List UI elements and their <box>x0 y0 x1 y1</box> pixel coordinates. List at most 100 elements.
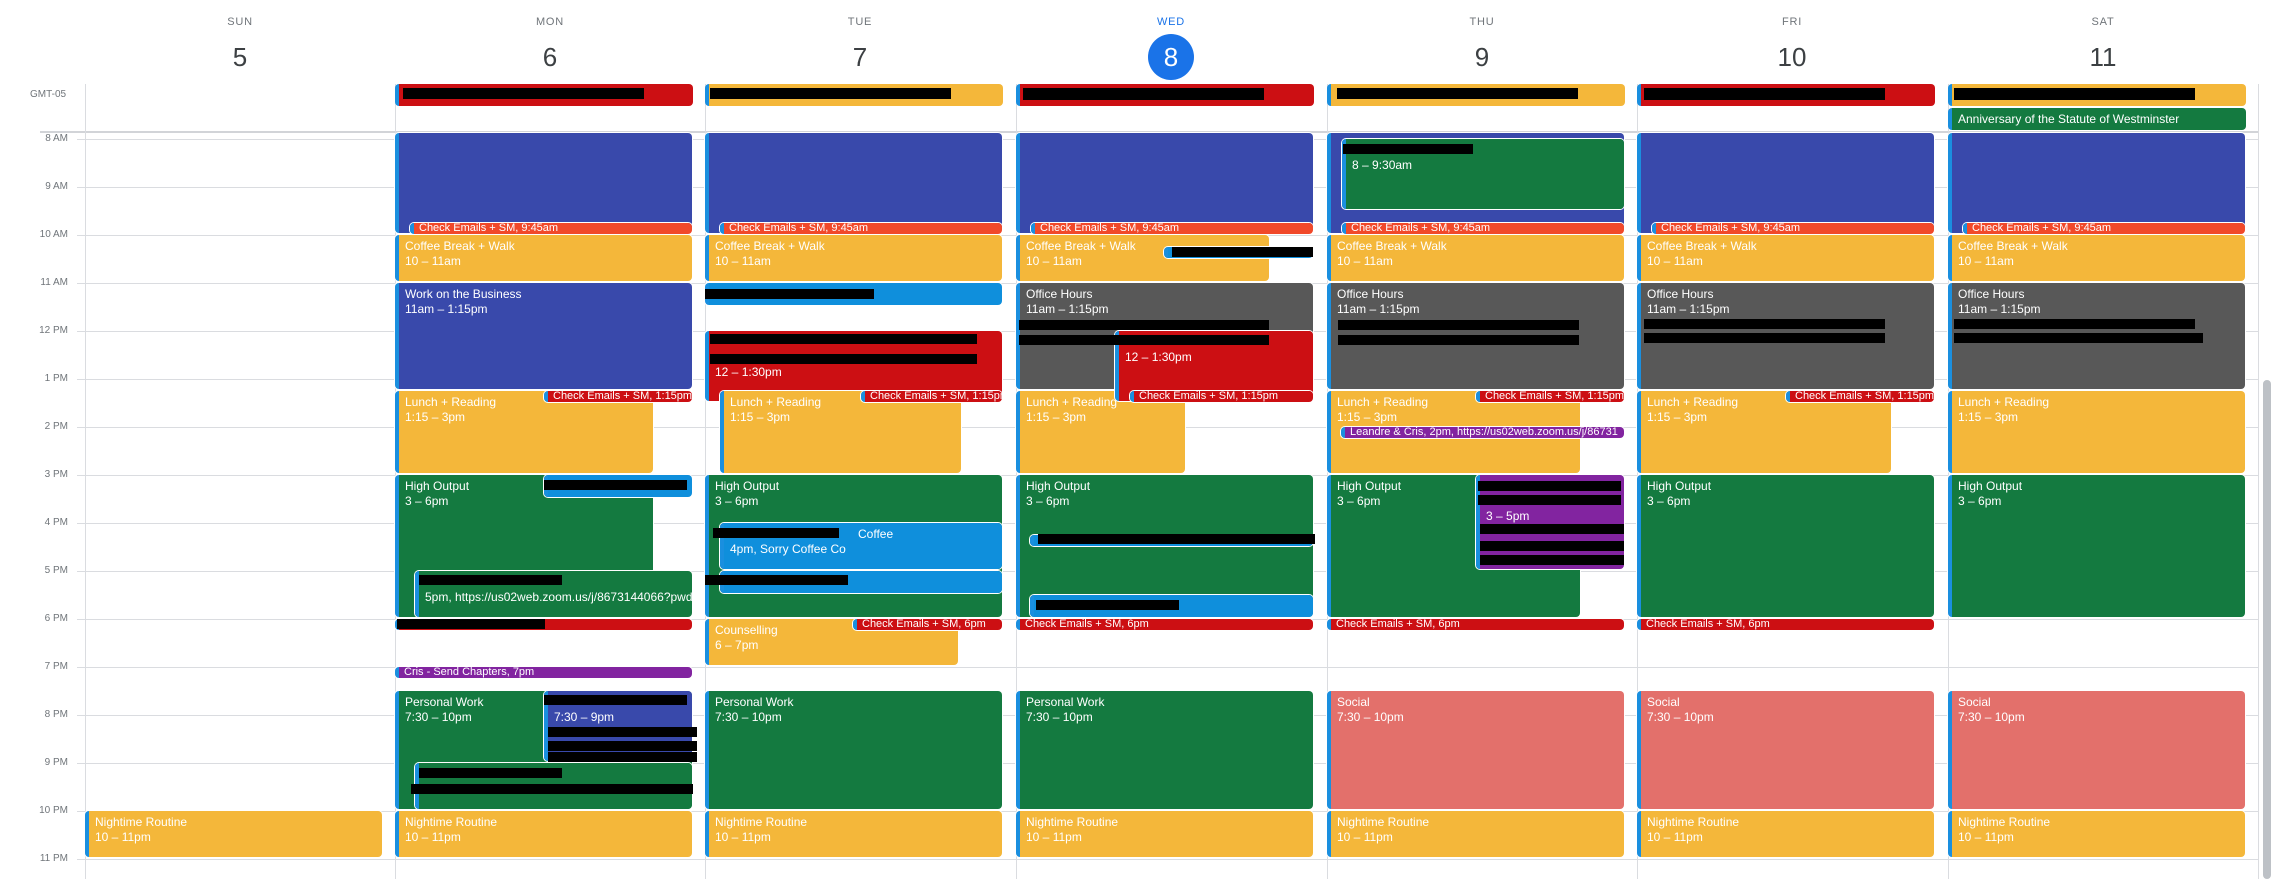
event-block[interactable]: Coffee Break + Walk 10 – 11am <box>1637 235 1934 281</box>
event-block[interactable]: High Output 3 – 6pm <box>1637 475 1934 617</box>
event-chip[interactable]: Check Emails + SM, 9:45am <box>1963 223 2245 234</box>
event-chip[interactable]: Check Emails + SM, 9:45am <box>1342 223 1624 234</box>
event-time: 7:30 – 9pm <box>554 710 615 724</box>
redaction-bar <box>1036 600 1179 610</box>
day-number[interactable]: 7 <box>837 34 883 80</box>
event-chip[interactable]: Check Emails + SM, 6pm <box>853 619 1002 630</box>
day-header-mon[interactable]: MON 6 <box>395 0 705 84</box>
time-label: 9 AM <box>45 181 68 192</box>
redaction-bar <box>403 88 644 99</box>
day-number[interactable]: 10 <box>1769 34 1815 80</box>
event-time: 7:30 – 10pm <box>1026 710 1093 724</box>
event-chip[interactable]: Cris - Send Chapters, 7pm <box>395 667 692 678</box>
event-chip[interactable]: Check Emails + SM, 9:45am <box>720 223 1002 234</box>
event-chip[interactable]: Check Emails + SM, 1:15pm <box>861 391 1002 402</box>
event-chip[interactable]: Check Emails + SM, 9:45am <box>1652 223 1934 234</box>
redaction-bar <box>713 528 839 538</box>
redaction-bar <box>705 575 848 585</box>
time-label: 8 PM <box>44 709 68 720</box>
event-block[interactable]: Coffee Break + Walk 10 – 11am <box>1327 235 1624 281</box>
event-block[interactable]: Work on the Business 11am – 1:15pm <box>395 283 692 389</box>
time-label: 3 PM <box>44 469 68 480</box>
event-chip[interactable]: Check Emails + SM, 1:15pm <box>1130 391 1313 402</box>
day-header-sat[interactable]: SAT 11 <box>1948 0 2258 84</box>
all-day-event-title: Anniversary of the Statute of Westminste… <box>1958 112 2180 126</box>
timezone-label: GMT-05 <box>30 89 67 100</box>
redaction-bar <box>548 741 697 751</box>
event-block[interactable]: Personal Work 7:30 – 10pm <box>705 691 1002 809</box>
event-block[interactable] <box>705 133 1002 233</box>
day-number[interactable]: 6 <box>527 34 573 80</box>
event-block[interactable]: Nightime Routine 10 – 11pm <box>705 811 1002 857</box>
event-block[interactable] <box>395 133 692 233</box>
event-block[interactable]: Nightime Routine 10 – 11pm <box>395 811 692 857</box>
event-block[interactable]: Social 7:30 – 10pm <box>1327 691 1624 809</box>
event-time: 11am – 1:15pm <box>1337 302 1420 316</box>
day-number[interactable]: 9 <box>1459 34 1505 80</box>
event-chip[interactable]: Check Emails + SM, 1:15pm <box>1786 391 1934 402</box>
event-chip[interactable]: Check Emails + SM, 9:45am <box>410 223 692 234</box>
event-time: 4pm, Sorry Coffee Co <box>730 542 846 556</box>
event-time: 7:30 – 10pm <box>715 710 782 724</box>
scrollbar-thumb[interactable] <box>2263 380 2271 879</box>
event-chip-label: Check Emails + SM, 9:45am <box>1040 223 1180 234</box>
event-title: Office Hours <box>1337 287 1404 301</box>
event-block[interactable]: Coffee Break + Walk 10 – 11am <box>395 235 692 281</box>
redaction-bar <box>1038 534 1315 544</box>
event-block[interactable] <box>1016 133 1313 233</box>
day-header-sun[interactable]: SUN 5 <box>85 0 395 84</box>
time-label: 1 PM <box>44 373 68 384</box>
event-time: 10 – 11pm <box>715 830 771 844</box>
event-time: 3 – 6pm <box>1647 494 1691 508</box>
event-block[interactable]: Lunch + Reading 1:15 – 3pm <box>1016 391 1185 473</box>
event-chip[interactable]: Check Emails + SM, 1:15pm <box>544 391 692 402</box>
event-chip[interactable]: Check Emails + SM, 6pm <box>1327 619 1624 630</box>
event-block[interactable]: Nightime Routine 10 – 11pm <box>1327 811 1624 857</box>
event-block[interactable]: Nightime Routine 10 – 11pm <box>1948 811 2245 857</box>
event-time: 10 – 11am <box>1958 254 2014 268</box>
event-block[interactable]: Personal Work 7:30 – 10pm <box>1016 691 1313 809</box>
event-chip-label: Check Emails + SM, 1:15pm <box>553 391 692 402</box>
redaction-bar <box>1644 88 1885 100</box>
event-block[interactable]: Coffee Break + Walk 10 – 11am <box>705 235 1002 281</box>
event-time: 3 – 6pm <box>1958 494 2002 508</box>
redaction-bar <box>1478 481 1621 491</box>
event-block[interactable]: Coffee Break + Walk 10 – 11am <box>1948 235 2245 281</box>
day-header-wed[interactable]: WED 8 <box>1016 0 1326 84</box>
day-name: WED <box>1156 16 1186 28</box>
event-block[interactable]: Lunch + Reading 1:15 – 3pm <box>1948 391 2245 473</box>
day-header-thu[interactable]: THU 9 <box>1327 0 1637 84</box>
event-chip[interactable]: Check Emails + SM, 6pm <box>1637 619 1934 630</box>
day-number[interactable]: 5 <box>217 34 263 80</box>
event-title: Social <box>1337 695 1370 709</box>
day-header-fri[interactable]: FRI 10 <box>1637 0 1947 84</box>
event-time: 5pm, https://us02web.zoom.us/j/867314406… <box>425 590 692 604</box>
event-block[interactable] <box>1948 133 2245 233</box>
event-block[interactable]: Coffee Break + Walk 10 – 11am <box>1016 235 1269 281</box>
event-block[interactable]: Nightime Routine 10 – 11pm <box>1016 811 1313 857</box>
event-time: 6 – 7pm <box>715 638 759 652</box>
event-chip-label: Check Emails + SM, 6pm <box>862 619 986 630</box>
all-day-event[interactable]: Anniversary of the Statute of Westminste… <box>1948 108 2246 130</box>
event-block[interactable]: Lunch + Reading 1:15 – 3pm <box>395 391 653 473</box>
time-label: 2 PM <box>44 421 68 432</box>
event-chip[interactable]: Leandre & Cris, 2pm, https://us02web.zoo… <box>1341 427 1624 438</box>
day-number[interactable]: 8 <box>1148 34 1194 80</box>
event-block[interactable]: Nightime Routine 10 – 11pm <box>85 811 382 857</box>
event-block[interactable]: Lunch + Reading 1:15 – 3pm <box>720 391 961 473</box>
day-header-tue[interactable]: TUE 7 <box>705 0 1015 84</box>
event-block[interactable]: Social 7:30 – 10pm <box>1637 691 1934 809</box>
day-number[interactable]: 11 <box>2080 34 2126 80</box>
event-title: Lunch + Reading <box>1958 395 2050 409</box>
event-chip[interactable]: Check Emails + SM, 9:45am <box>1031 223 1313 234</box>
day-name: SAT <box>2091 16 2115 28</box>
event-block[interactable]: Lunch + Reading 1:15 – 3pm <box>1637 391 1891 473</box>
event-chip[interactable]: Check Emails + SM, 1:15pm <box>1476 391 1624 402</box>
event-block[interactable]: Nightime Routine 10 – 11pm <box>1637 811 1934 857</box>
redaction-bar <box>710 88 951 99</box>
event-block[interactable] <box>1637 133 1934 233</box>
event-block[interactable]: Social 7:30 – 10pm <box>1948 691 2245 809</box>
event-chip[interactable]: Check Emails + SM, 6pm <box>1016 619 1313 630</box>
event-block[interactable]: High Output 3 – 6pm <box>1948 475 2245 617</box>
event-title: Office Hours <box>1647 287 1714 301</box>
